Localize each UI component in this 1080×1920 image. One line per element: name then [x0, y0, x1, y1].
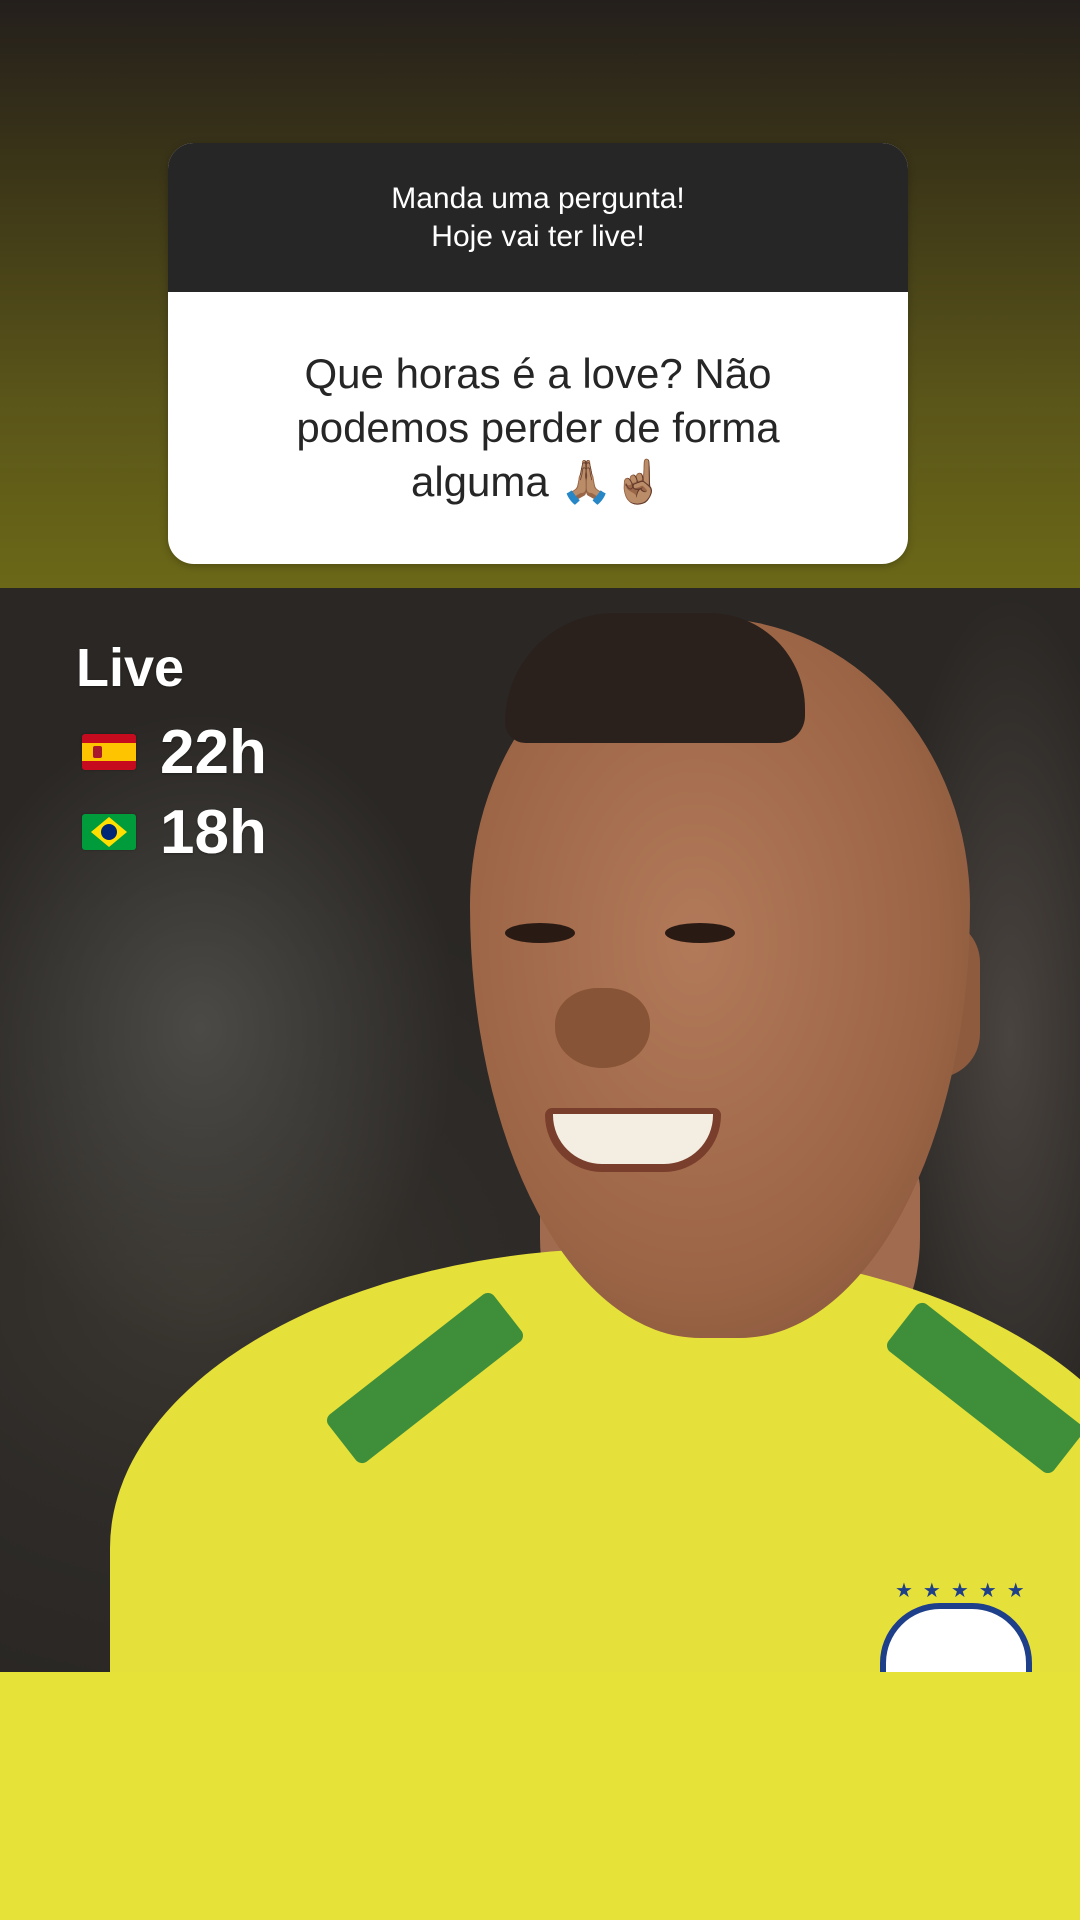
- schedule-time-spain: 22h: [160, 717, 267, 787]
- brazil-flag-globe: [101, 824, 117, 840]
- player-eye-right: [665, 923, 735, 943]
- question-prompt-line-1: Manda uma pergunta!: [391, 181, 685, 215]
- question-sticker[interactable]: Manda uma pergunta! Hoje vai ter live! Q…: [168, 143, 908, 564]
- question-answer-text: Que horas é a love? Não podemos perder d…: [296, 350, 780, 505]
- schedule-row-spain: 22h: [76, 712, 267, 792]
- spain-flag-icon: [82, 734, 136, 770]
- live-schedule: Live 22h 18h: [76, 632, 267, 872]
- question-answer: Que horas é a love? Não podemos perder d…: [168, 292, 908, 564]
- question-prompt-line-2: Hoje vai ter live!: [431, 219, 645, 253]
- schedule-time-brazil: 18h: [160, 797, 267, 867]
- story-canvas: Manda uma pergunta! Hoje vai ter live! Q…: [0, 0, 1080, 1920]
- player-smile: [545, 1108, 721, 1172]
- bottom-color-band: [0, 1672, 1080, 1920]
- crest-stars: ★★★★★: [895, 1580, 1035, 1602]
- schedule-row-brazil: 18h: [76, 792, 267, 872]
- question-prompt: Manda uma pergunta! Hoje vai ter live!: [168, 143, 908, 292]
- player-hair: [505, 613, 805, 743]
- player-nose: [555, 988, 650, 1068]
- player-eye-left: [505, 923, 575, 943]
- brazil-flag-icon: [82, 814, 136, 850]
- live-title: Live: [76, 638, 185, 698]
